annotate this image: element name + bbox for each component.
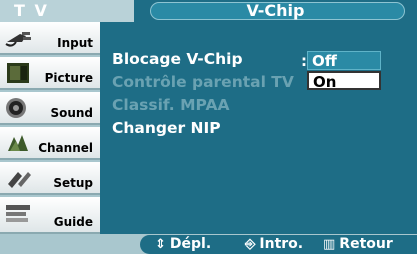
menu-title: T V: [14, 1, 49, 20]
hint-move: ⇕ Dépl.: [155, 236, 211, 252]
tv-osd-screen: T V V-Chip Input Picture Sound Channel S…: [0, 0, 417, 254]
menu-item-changer-nip[interactable]: Changer NIP: [112, 119, 221, 137]
sidebar-item-label: Channel: [38, 141, 93, 155]
hint-return: ▥ Retour: [323, 236, 393, 252]
sidebar-item-label: Setup: [53, 176, 93, 190]
sidebar-item-label: Sound: [50, 106, 93, 120]
return-icon: ▥: [323, 236, 336, 252]
menu-item-blocage-vchip[interactable]: Blocage V-Chip: [112, 50, 243, 68]
picture-icon: [7, 63, 29, 83]
option-off[interactable]: Off: [307, 51, 381, 70]
sidebar-item-channel[interactable]: Channel: [0, 127, 100, 160]
channel-icon: [8, 135, 28, 151]
sidebar-item-setup[interactable]: Setup: [0, 162, 100, 195]
option-on[interactable]: On: [307, 71, 381, 91]
sidebar-item-sound[interactable]: Sound: [0, 92, 100, 125]
updown-arrow-icon: ⇕: [155, 236, 166, 252]
guide-icon: [6, 205, 30, 222]
sidebar-item-guide[interactable]: Guide: [0, 197, 100, 234]
hint-move-label: Dépl.: [169, 236, 212, 252]
hint-enter-label: Intro.: [259, 236, 304, 252]
sidebar: Input Picture Sound Channel Setup Guide: [0, 22, 100, 234]
setup-icon: [8, 172, 31, 188]
vchip-menu-panel: Blocage V-Chip Contrôle parental TV Clas…: [100, 22, 417, 234]
sidebar-item-label: Guide: [53, 215, 93, 229]
screen-title: V-Chip: [246, 1, 305, 20]
speaker-icon: [6, 98, 26, 118]
sidebar-item-label: Input: [57, 36, 93, 50]
enter-icon: ⎆: [245, 236, 256, 252]
hint-return-label: Retour: [339, 236, 393, 252]
hint-enter: ⎆ Intro.: [245, 236, 303, 252]
header-left-tab: T V: [0, 0, 134, 22]
footer-bar: ⇕ Dépl. ⎆ Intro. ▥ Retour: [0, 234, 417, 254]
menu-item-classif-mpaa[interactable]: Classif. MPAA: [112, 96, 229, 114]
sidebar-item-picture[interactable]: Picture: [0, 57, 100, 90]
input-plug-icon: [5, 32, 31, 47]
menu-item-controle-parental[interactable]: Contrôle parental TV: [112, 73, 294, 91]
sidebar-item-input[interactable]: Input: [0, 22, 100, 55]
sidebar-item-label: Picture: [44, 71, 93, 85]
